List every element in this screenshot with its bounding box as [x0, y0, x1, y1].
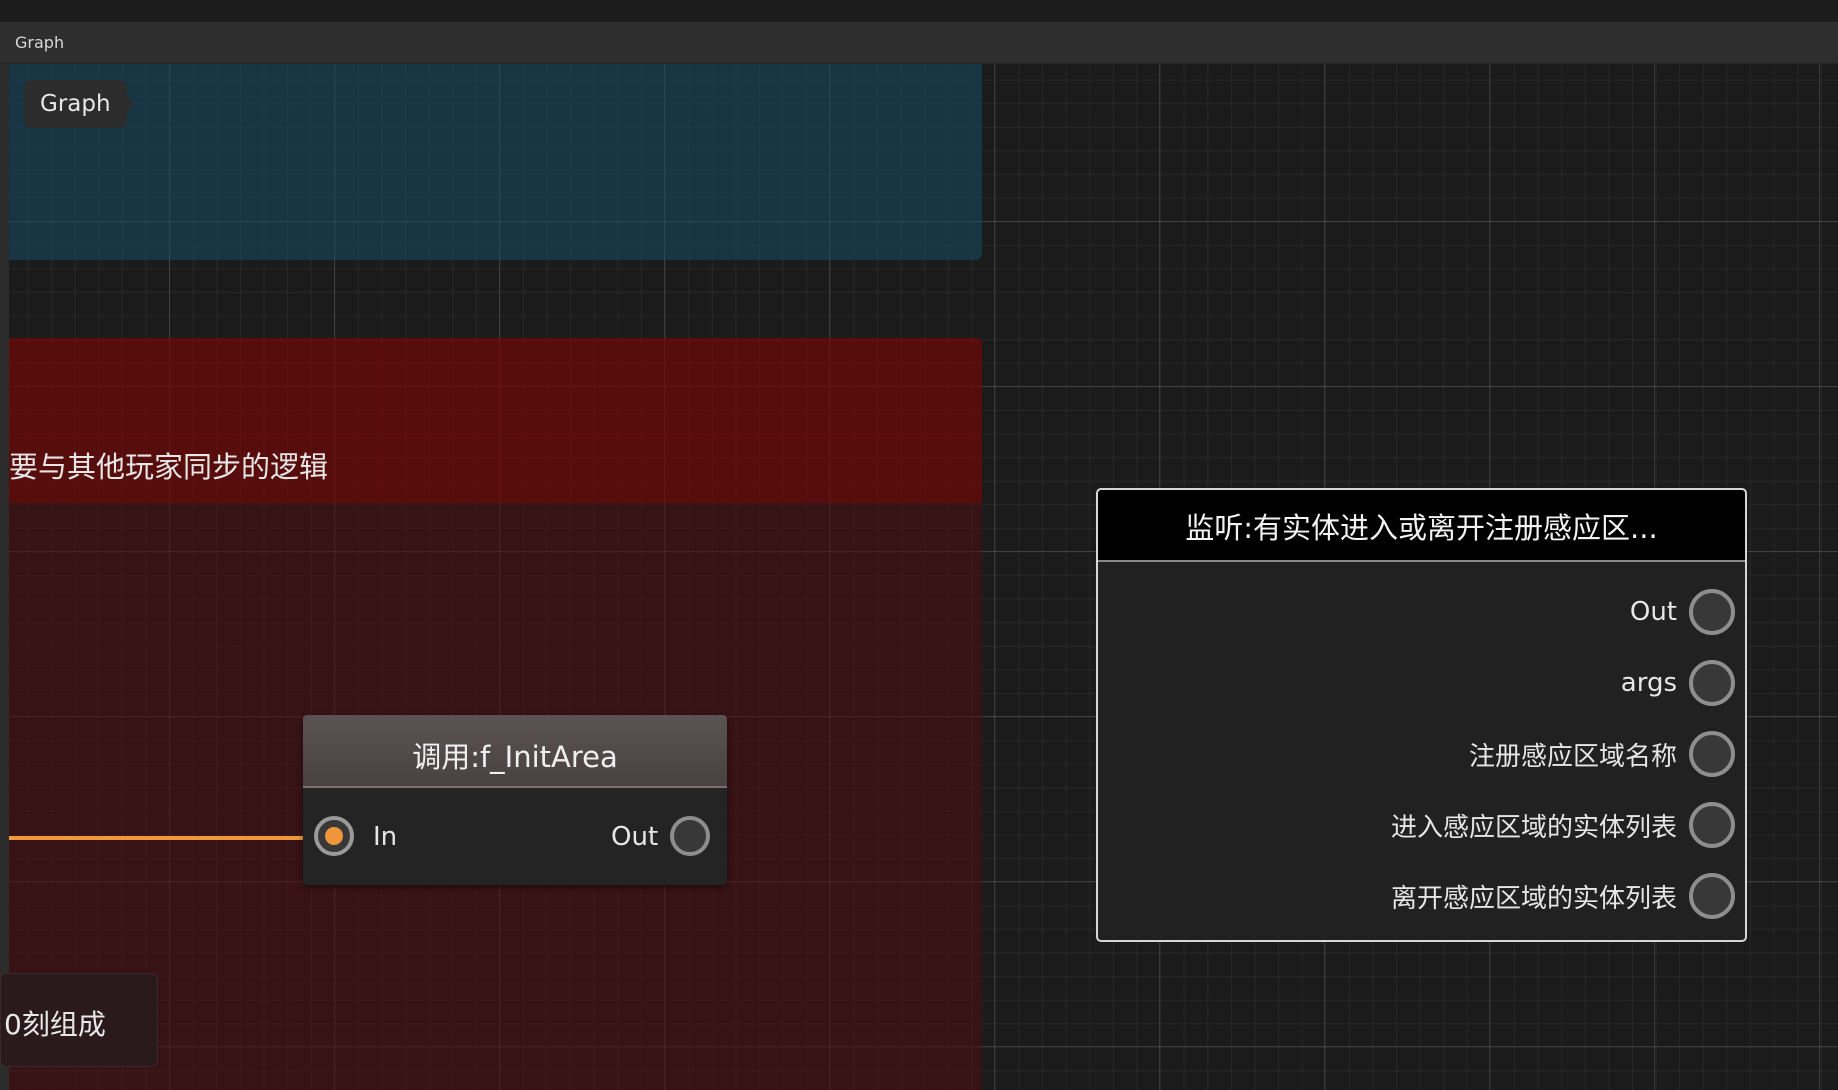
tab-bar: Graph — [0, 22, 1838, 64]
output-label-area-name: 注册感应区域名称 — [1468, 741, 1677, 772]
output-port-args[interactable] — [1689, 660, 1735, 706]
output-label-args: args — [1620, 668, 1677, 698]
output-row: 进入感应区域的实体列表 — [1391, 802, 1735, 848]
out-port-label: Out — [611, 822, 659, 852]
output-row: 注册感应区域名称 — [1469, 731, 1735, 777]
out-port[interactable] — [670, 816, 710, 856]
output-row: 离开感应区域的实体列表 — [1391, 873, 1735, 919]
connection-wire[interactable] — [9, 836, 306, 840]
output-port-entered-list[interactable] — [1689, 802, 1735, 848]
output-port-left-list[interactable] — [1689, 873, 1735, 919]
window-top-strip — [0, 0, 1838, 22]
left-edge-panel — [0, 64, 9, 1090]
output-port-out[interactable] — [1689, 589, 1735, 635]
comment-group-blue[interactable] — [9, 64, 982, 260]
comment-group-red-title: 要与其他玩家同步的逻辑 — [9, 450, 329, 484]
breadcrumb-graph[interactable]: Graph — [24, 80, 135, 128]
output-row: args — [1621, 660, 1735, 706]
listen-node-header[interactable]: 监听:有实体进入或离开注册感应区... — [1098, 490, 1745, 562]
output-row: Out — [1630, 589, 1735, 635]
output-label-left-list: 离开感应区域的实体列表 — [1390, 883, 1677, 914]
call-node[interactable]: 调用:f_InitArea In Out — [303, 715, 727, 885]
in-port[interactable] — [314, 816, 354, 856]
output-label-entered-list: 进入感应区域的实体列表 — [1390, 812, 1677, 843]
listen-node[interactable]: 监听:有实体进入或离开注册感应区... Out args 注册感应区域名称 进入… — [1096, 488, 1747, 942]
comment-note-text: 0刻组成 — [4, 1008, 106, 1041]
call-node-header[interactable]: 调用:f_InitArea — [303, 715, 727, 788]
in-port-label: In — [373, 822, 398, 852]
output-label-out: Out — [1629, 597, 1677, 627]
output-port-area-name[interactable] — [1689, 731, 1735, 777]
listen-node-title: 监听:有实体进入或离开注册感应区... — [1185, 511, 1658, 545]
tab-graph[interactable]: Graph — [15, 33, 64, 52]
call-node-title: 调用:f_InitArea — [412, 740, 618, 774]
